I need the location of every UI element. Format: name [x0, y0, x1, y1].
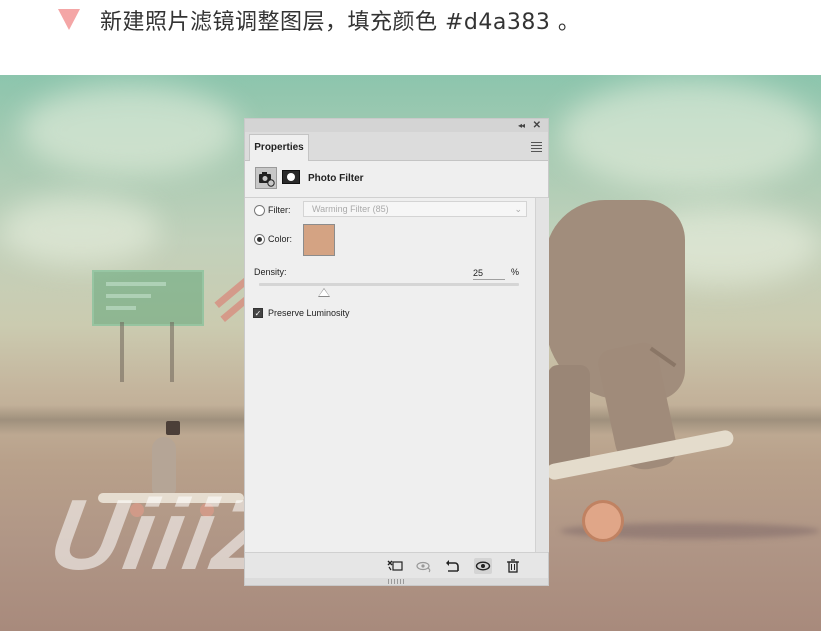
filter-select-value: Warming Filter (85) [312, 204, 389, 214]
preserve-luminosity-label: Preserve Luminosity [268, 308, 350, 318]
cloud [0, 195, 160, 265]
color-radio[interactable] [254, 234, 265, 245]
road-sign [92, 270, 204, 326]
density-unit: % [511, 267, 520, 277]
sign-pole [120, 322, 124, 382]
reset-icon[interactable] [444, 558, 462, 574]
instruction-header: 新建照片滤镜调整图层，填充颜色 #d4a383 。 [0, 0, 821, 75]
density-slider-thumb[interactable] [318, 288, 330, 297]
sign-pole [170, 322, 174, 382]
clip-to-layer-icon[interactable] [386, 558, 404, 574]
resize-grip-icon[interactable] [388, 579, 404, 584]
trash-icon[interactable] [504, 558, 522, 574]
cloud [20, 85, 240, 175]
camera-adjustment-icon[interactable] [255, 167, 277, 189]
elephant-leg [548, 365, 590, 470]
color-label: Color: [268, 234, 293, 244]
chevron-down-icon: ⌄ [514, 204, 522, 214]
skateboard-wheel [582, 500, 624, 542]
instruction-text: 新建照片滤镜调整图层，填充颜色 #d4a383 。 [100, 10, 581, 35]
properties-panel: ◂◂ ✕ Properties Photo Filter Filter: War… [244, 118, 549, 586]
close-icon[interactable]: ✕ [533, 119, 541, 132]
adjustment-type-row: Photo Filter [245, 161, 548, 198]
tab-properties[interactable]: Properties [249, 134, 309, 161]
top-hat [166, 421, 180, 435]
filter-select[interactable]: Warming Filter (85) ⌄ [303, 201, 527, 217]
view-previous-icon[interactable] [415, 558, 433, 574]
collapse-icon[interactable]: ◂◂ [518, 119, 525, 132]
panel-titlebar[interactable]: ◂◂ ✕ [245, 119, 548, 132]
filter-radio[interactable] [254, 205, 265, 216]
density-label: Density: [254, 267, 287, 277]
preserve-luminosity-checkbox[interactable]: ✓ [253, 308, 263, 318]
panel-tabbar: Properties [245, 132, 548, 161]
cloud [560, 80, 820, 190]
density-slider-track[interactable] [259, 283, 519, 286]
density-input[interactable]: 25 [473, 267, 505, 280]
filter-label: Filter: [268, 205, 291, 215]
panel-bottom-toolbar [245, 552, 548, 579]
panel-content: Filter: Warming Filter (85) ⌄ Color: Den… [245, 198, 535, 552]
triangle-bullet-icon [58, 9, 80, 30]
panel-menu-icon[interactable] [531, 142, 542, 154]
panel-scrollbar[interactable] [535, 198, 549, 552]
color-swatch[interactable] [303, 224, 335, 256]
adjustment-title: Photo Filter [308, 173, 364, 184]
layer-mask-icon[interactable] [282, 170, 300, 184]
visibility-eye-icon[interactable] [474, 558, 492, 574]
